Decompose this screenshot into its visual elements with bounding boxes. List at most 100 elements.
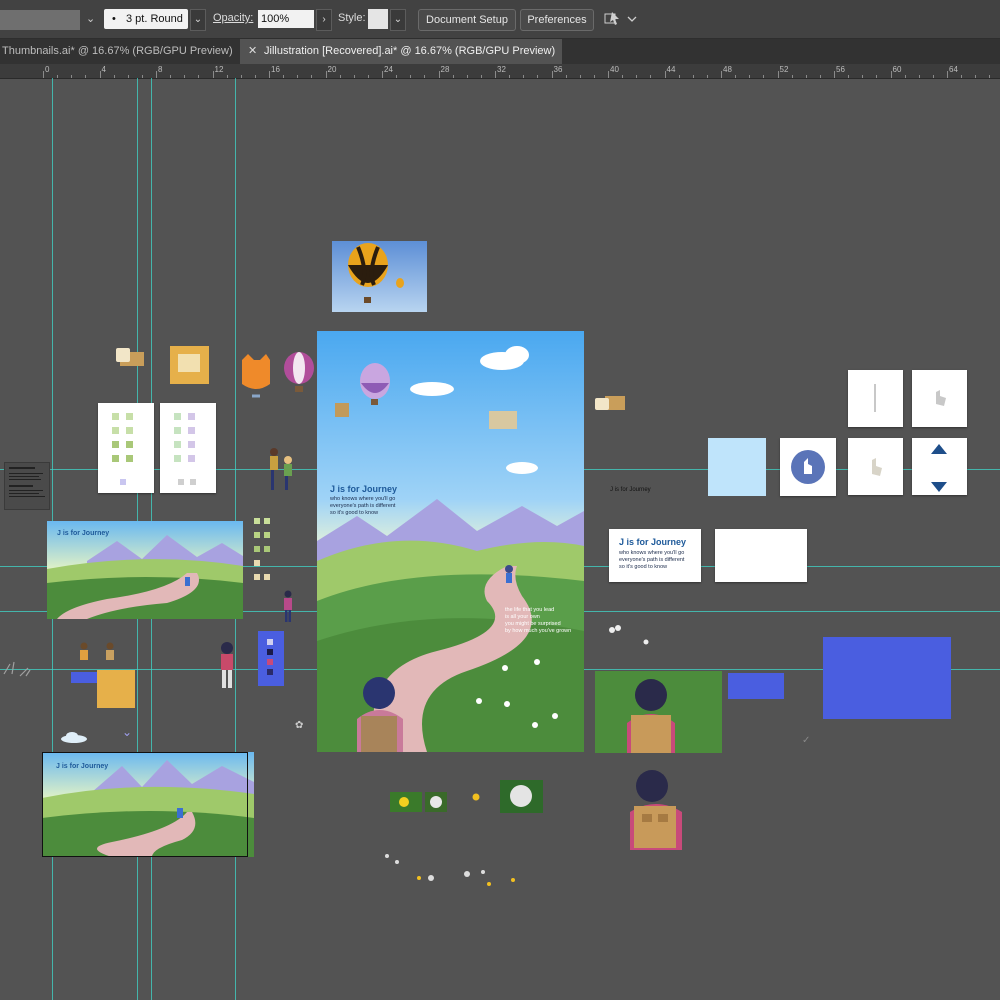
opacity-label[interactable]: Opacity: [213, 12, 253, 24]
close-icon[interactable]: ✕ [248, 39, 257, 64]
swatch-card-purple[interactable] [160, 403, 216, 493]
stroke-profile-select[interactable]: • 3 pt. Round [104, 9, 188, 29]
tab-thumbnails[interactable]: Thumbnails.ai* @ 16.67% (RGB/GPU Preview… [0, 39, 240, 64]
girl-figure[interactable] [218, 641, 236, 696]
ruler-tick-mark [608, 71, 609, 78]
yellow-square[interactable] [97, 670, 135, 708]
graphic-style-swatch[interactable] [368, 9, 388, 29]
ruler-tick-mark [678, 75, 680, 78]
cat-icon[interactable] [240, 354, 272, 405]
flower-cluster[interactable] [606, 624, 654, 653]
dandelion-puff-photo[interactable] [500, 780, 543, 813]
ruler-tick-mark [848, 75, 850, 78]
opacity-input[interactable]: 100% [258, 10, 314, 28]
ruler-tick-mark [495, 71, 496, 78]
ruler-tick-mark [339, 75, 341, 78]
toast-tile[interactable] [170, 346, 209, 384]
hand-pointer-tile-2[interactable] [848, 438, 903, 495]
color-palette-strip[interactable] [258, 631, 284, 686]
swatch-card-green[interactable] [98, 403, 154, 493]
notes-panel[interactable] [4, 462, 50, 510]
stroke-profile-label: 3 pt. Round [126, 13, 183, 25]
side-label: J is for Journey [610, 487, 651, 493]
selection-bounding-box[interactable] [42, 752, 248, 857]
hiker-small-figure[interactable] [282, 590, 294, 629]
toast-icon-right[interactable] [595, 392, 627, 419]
blue-rect[interactable] [71, 672, 97, 683]
body-line: who knows where you'll go [330, 496, 396, 502]
fill-swatch[interactable] [0, 10, 80, 30]
ruler-tick-label: 20 [327, 65, 337, 74]
grass-sprig-icon[interactable] [0, 660, 40, 685]
tab-jillustration[interactable]: ✕ Jillustration [Recovered].ai* @ 16.67%… [240, 39, 562, 64]
ruler-tick-label: 44 [666, 65, 676, 74]
toast-icon[interactable] [116, 346, 148, 373]
main-title: J is for Journey [330, 484, 398, 494]
ruler-tick-mark [367, 75, 369, 78]
small-sprig-icon[interactable]: ✓ [802, 735, 810, 746]
preferences-button[interactable]: Preferences [520, 9, 594, 31]
girl-backpack-figure[interactable] [628, 762, 686, 855]
ruler-tick-mark [240, 75, 242, 78]
girl-illustration-tile[interactable] [595, 671, 722, 753]
style-dropdown-button[interactable]: ⌄ [390, 9, 406, 31]
thumbnail-artboard-2[interactable]: J is for Journey [42, 752, 254, 857]
ruler-tick-label: 36 [553, 65, 563, 74]
quote-line: the life that you lead [505, 607, 555, 613]
ruler-tick-mark [791, 75, 793, 78]
stroke-dropdown-button[interactable]: ⌄ [190, 9, 206, 31]
hikers-figure[interactable] [266, 446, 296, 497]
arrow-shape[interactable]: ⌄ [122, 725, 132, 739]
ruler-tick-label: 4 [101, 65, 106, 74]
ruler-tick-mark [466, 75, 468, 78]
body-line: everyone's path is different [330, 503, 396, 509]
main-body: who knows where you'll go everyone's pat… [330, 496, 395, 517]
touch-button-tile[interactable] [780, 438, 836, 496]
dandelion-yellow-photo[interactable] [390, 792, 422, 812]
swatch-column[interactable] [254, 518, 274, 587]
ruler-tick-mark [721, 71, 722, 78]
petals-scatter[interactable] [383, 852, 523, 897]
main-artboard[interactable]: J is for Journey who knows where you'll … [317, 331, 584, 752]
document-setup-button[interactable]: Document Setup [418, 9, 516, 31]
light-blue-tile[interactable] [708, 438, 766, 496]
pair-figures[interactable] [76, 641, 120, 672]
ruler-tick-mark [947, 71, 948, 78]
ruler-tick-mark [141, 75, 143, 78]
chevron-down-icon[interactable]: ⌄ [86, 12, 95, 25]
dandelion-white-photo[interactable] [425, 792, 447, 812]
body-line: everyone's path is different [619, 557, 685, 563]
ruler-tick-mark [692, 75, 694, 78]
horizontal-ruler[interactable]: 0 4 8 12 16 20 24 28 32 36 40 44 48 52 56 60 64 [0, 64, 1000, 79]
thumbnail-artboard-1[interactable]: J is for Journey [47, 521, 243, 619]
text-card[interactable]: J is for Journey who knows where you'll … [609, 529, 701, 582]
ruler-tick-mark [311, 75, 313, 78]
line-tile[interactable] [848, 370, 903, 427]
ruler-tick-label: 8 [158, 65, 163, 74]
arrange-documents-icon[interactable] [604, 11, 640, 32]
balloon-icon[interactable] [282, 352, 316, 401]
ruler-tick-mark [565, 75, 567, 78]
ruler-tick-mark [254, 75, 256, 78]
cloud-icon[interactable] [60, 730, 88, 748]
ruler-tick-mark [876, 75, 878, 78]
opacity-arrow-button[interactable]: › [316, 9, 332, 31]
ruler-tick-mark [170, 75, 172, 78]
balloon-photo[interactable] [332, 241, 427, 312]
blank-card[interactable] [715, 529, 807, 582]
ruler-tick-mark [834, 71, 835, 78]
yellow-dot[interactable] [472, 788, 480, 806]
blue-rectangle-large[interactable] [823, 637, 951, 719]
body-line: so it's good to know [619, 564, 668, 570]
flower-sprig-icon[interactable]: ✿ [295, 720, 303, 731]
control-bar: ⌄ • 3 pt. Round ⌄ Opacity: 100% › Style:… [0, 0, 1000, 39]
ruler-tick-mark [664, 71, 666, 78]
hand-pointer-tile[interactable] [912, 370, 967, 427]
ruler-tick-mark [198, 75, 200, 78]
ruler-tick-label: 60 [892, 65, 902, 74]
up-down-arrows-tile[interactable] [912, 438, 967, 495]
main-quote: the life that you lead is all your own y… [505, 607, 571, 635]
blue-rectangle-small[interactable] [728, 673, 784, 699]
ruler-tick-label: 16 [271, 65, 280, 74]
ruler-tick-mark [99, 71, 101, 78]
